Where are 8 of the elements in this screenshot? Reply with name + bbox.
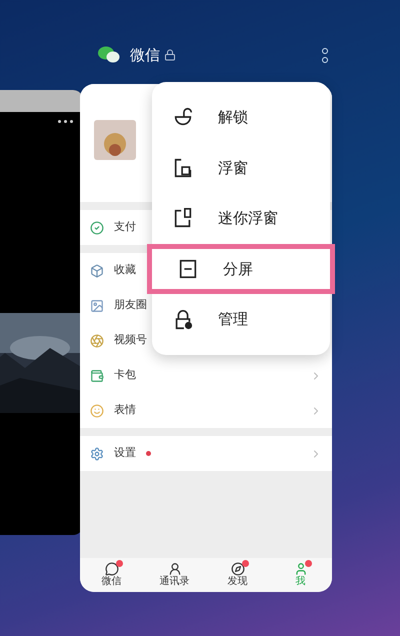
row-label: 卡包 bbox=[114, 367, 136, 384]
row-label: 表情 bbox=[114, 402, 136, 418]
row-label: 支付 bbox=[114, 219, 136, 236]
row-label: 视频号 bbox=[114, 332, 147, 348]
row-label: 设置 bbox=[114, 445, 136, 462]
row-label: 收藏 bbox=[114, 262, 136, 278]
row-label: 朋友圈 bbox=[114, 297, 147, 314]
app-name: 微信 bbox=[130, 45, 160, 66]
